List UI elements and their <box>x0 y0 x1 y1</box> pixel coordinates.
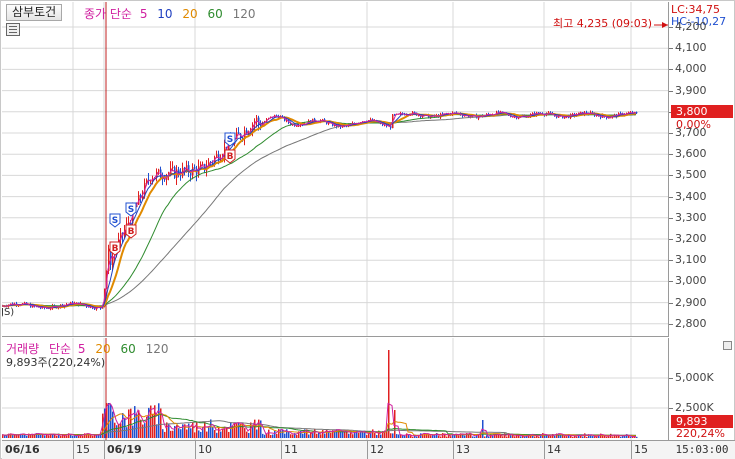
date-label-15b: 15 <box>634 443 648 456</box>
price-tick: 3,500 <box>669 168 707 182</box>
legend-ma60: 60 <box>207 7 223 21</box>
legend-ma10: 10 <box>157 7 173 21</box>
stock-name-button[interactable]: 삼부토건 <box>6 4 63 21</box>
date-label-11: 11 <box>284 443 298 456</box>
date-label-0619: 06/19 <box>107 443 142 456</box>
date-axis: 06/16 15 06/19 10 11 12 13 14 15 <box>2 440 669 459</box>
buy-signal-icon: B <box>224 149 236 164</box>
current-price-tag: 3,800 <box>671 105 733 118</box>
svg-text:S: S <box>112 216 118 226</box>
date-label-15a: 15 <box>76 443 90 456</box>
price-tick: 3,100 <box>669 253 707 267</box>
date-label-13: 13 <box>456 443 470 456</box>
price-chart-pane[interactable]: SSSBBB 삼부토건 종가 단순 5 10 20 60 120 최고 4,23… <box>2 2 669 337</box>
date-label-12: 12 <box>370 443 384 456</box>
legend-ma20: 20 <box>182 7 198 21</box>
volume-tick-5000k: 5,000K <box>669 371 714 384</box>
price-grid <box>2 2 668 336</box>
time-readout: 15:03:00 <box>669 440 735 459</box>
ma60-line <box>2 114 636 307</box>
volume-current-readout: 9,893주(220,24%) <box>6 356 106 369</box>
buy-signal-icon: B <box>125 224 137 239</box>
ma20-line <box>2 112 637 309</box>
ma5-line <box>2 111 637 309</box>
date-label-10: 10 <box>198 443 212 456</box>
price-candles <box>2 110 638 311</box>
price-tick: 2,800 <box>669 316 707 330</box>
pane-collapse-icon[interactable] <box>723 341 732 350</box>
vlegend-ma60: 60 <box>120 342 136 356</box>
price-tick: 3,300 <box>669 210 707 224</box>
legend-ma120: 120 <box>232 7 256 21</box>
legend-ma5: 5 <box>139 7 148 21</box>
svg-text:B: B <box>128 227 135 237</box>
price-axis: LC:34,75 HC:-10,27 4,200 4,100 4,000 3,900 3… <box>669 2 735 337</box>
price-tick: 4,200 <box>669 20 707 33</box>
chart-settings-icon[interactable] <box>6 23 20 36</box>
price-chart-canvas: SSSBBB <box>2 2 668 336</box>
volume-axis: 5,000K 2,500K 9,893 220,24% <box>669 338 735 440</box>
sell-signal-icon: S <box>109 213 121 228</box>
price-legend-label: 종가 단순 <box>84 7 132 21</box>
price-tick: 3,000 <box>669 274 707 288</box>
current-volume-ratio: 220,24% <box>676 427 725 440</box>
price-tick: 3,200 <box>669 232 707 245</box>
stock-chart-window: SSSBBB 삼부토건 종가 단순 5 10 20 60 120 최고 4,23… <box>0 0 735 459</box>
date-label-14: 14 <box>547 443 561 456</box>
svg-text:S: S <box>128 205 134 215</box>
volume-tick-2500k: 2,500K <box>669 401 714 414</box>
price-tick: 4,000 <box>669 62 707 76</box>
price-tick: 3,600 <box>669 147 707 161</box>
buy-signal-icon: B <box>109 241 121 256</box>
price-tick: 4,100 <box>669 41 707 55</box>
svg-text:S: S <box>227 135 233 145</box>
svg-text:B: B <box>227 152 234 162</box>
current-change-tag: 0,00% <box>676 118 711 131</box>
date-label-0616: 06/16 <box>5 443 40 456</box>
vlegend-ma120: 120 <box>145 342 169 356</box>
ma10-line <box>2 112 637 309</box>
price-tick: 3,900 <box>669 83 707 97</box>
sell-signal-icon: S <box>125 202 137 217</box>
volume-chart-pane[interactable]: 거래량 단순 5 20 60 120 9,893주(220,24%) <box>2 338 669 440</box>
high-price-label: 최고 4,235 (09:03) <box>553 17 653 30</box>
left-edge-label: JS) <box>2 307 15 318</box>
svg-text:B: B <box>112 244 119 254</box>
price-tick: 3,400 <box>669 189 707 203</box>
price-tick: 2,900 <box>669 295 707 309</box>
price-legend: 종가 단순 5 10 20 60 120 <box>84 5 256 22</box>
ma120-line <box>2 114 636 307</box>
